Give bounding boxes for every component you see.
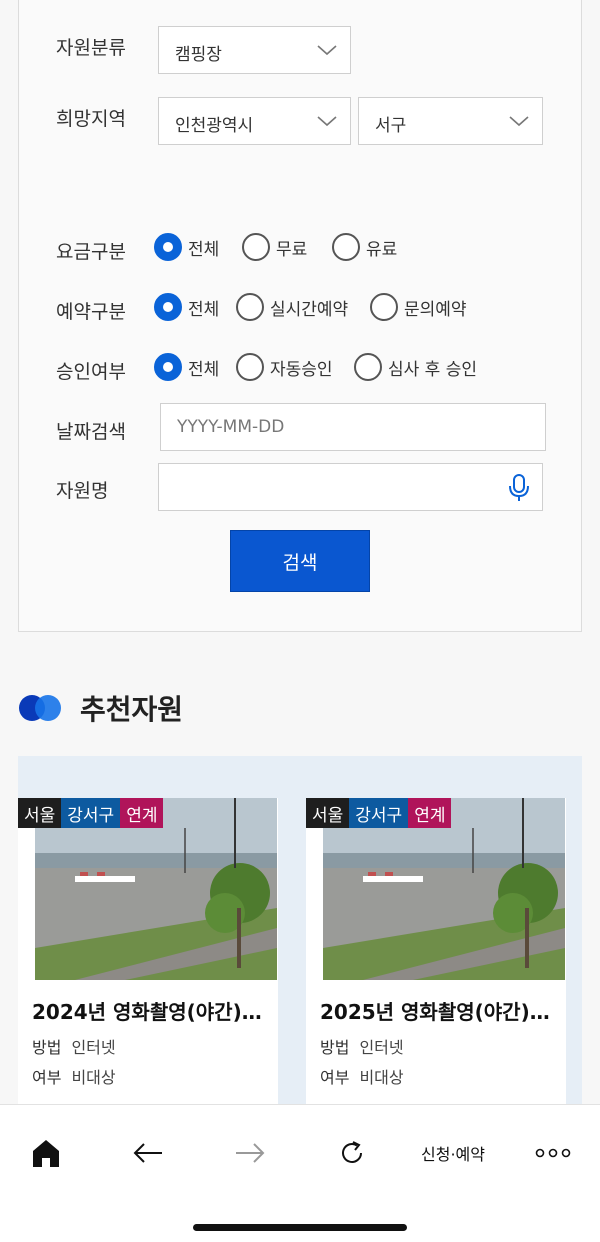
tag-linked: 연계 xyxy=(120,798,164,828)
region-label: 희망지역 xyxy=(56,108,126,130)
apply-reserve-label: 신청·예약 xyxy=(421,1145,485,1164)
radio-label: 실시간예약 xyxy=(270,299,349,320)
info-key: 방법 xyxy=(320,1038,350,1057)
fee-option-paid[interactable]: 유료 xyxy=(332,233,397,261)
date-input[interactable] xyxy=(161,404,545,450)
radio-circle xyxy=(236,293,264,321)
radio-circle xyxy=(154,233,182,261)
chevron-down-icon xyxy=(317,45,337,56)
resource-card[interactable]: 서울 강서구 연계 2025년 영화촬영(야간)-… 방법 인터넷 여부 비대상 xyxy=(306,798,566,1116)
card-title[interactable]: 2025년 영화촬영(야간)-… xyxy=(320,996,556,1025)
card-tags: 서울 강서구 연계 xyxy=(306,798,452,828)
radio-circle xyxy=(354,353,382,381)
reservation-option-inquiry[interactable]: 문의예약 xyxy=(370,293,467,321)
tag-district: 강서구 xyxy=(61,798,121,828)
name-label: 자원명 xyxy=(56,480,109,502)
radio-label: 유료 xyxy=(366,239,398,260)
approval-label: 승인여부 xyxy=(56,361,126,383)
tag-city: 서울 xyxy=(18,798,62,828)
radio-label: 심사 후 승인 xyxy=(388,359,478,380)
info-key: 여부 xyxy=(32,1068,62,1087)
approval-option-all[interactable]: 전체 xyxy=(154,353,219,381)
city-value: 인천광역시 xyxy=(175,116,254,136)
recommended-logo-icon xyxy=(19,695,61,721)
card-info-row: 여부 비대상 xyxy=(320,1064,404,1088)
back-button[interactable] xyxy=(128,1135,168,1171)
info-value: 인터넷 xyxy=(71,1038,116,1057)
card-info-row: 방법 인터넷 xyxy=(32,1034,116,1058)
city-select[interactable]: 인천광역시 xyxy=(158,97,351,145)
radio-circle xyxy=(154,353,182,381)
approval-option-review[interactable]: 심사 후 승인 xyxy=(354,353,477,381)
district-select[interactable]: 서구 xyxy=(358,97,543,145)
chevron-down-icon xyxy=(509,116,529,127)
info-value: 비대상 xyxy=(71,1068,116,1087)
radio-circle xyxy=(154,293,182,321)
resource-card[interactable]: 서울 강서구 연계 2024년 영화촬영(야간)-… 방법 인터넷 여부 비대상 xyxy=(18,798,278,1116)
reservation-option-realtime[interactable]: 실시간예약 xyxy=(236,293,348,321)
radio-label: 전체 xyxy=(188,239,220,260)
radio-label: 자동승인 xyxy=(270,359,333,380)
radio-circle xyxy=(332,233,360,261)
date-label: 날짜검색 xyxy=(56,421,126,443)
radio-label: 문의예약 xyxy=(404,299,467,320)
radio-label: 전체 xyxy=(188,359,220,380)
browser-toolbar: 신청·예약 xyxy=(0,1104,600,1242)
name-field[interactable] xyxy=(158,463,543,511)
reload-button[interactable] xyxy=(334,1135,370,1171)
forward-icon xyxy=(236,1143,265,1163)
back-icon xyxy=(133,1143,162,1163)
home-button[interactable] xyxy=(28,1135,64,1171)
page: 자원분류 캠핑장 희망지역 인천광역시 서구 요금구분 전체 무료 유료 예약구… xyxy=(0,0,600,1242)
reload-icon xyxy=(342,1141,362,1163)
resource-type-label: 자원분류 xyxy=(56,37,126,59)
card-tags: 서울 강서구 연계 xyxy=(18,798,164,828)
home-indicator[interactable] xyxy=(193,1224,407,1231)
info-value: 인터넷 xyxy=(359,1038,404,1057)
card-info-row: 방법 인터넷 xyxy=(320,1034,404,1058)
forward-button[interactable] xyxy=(230,1135,270,1171)
reservation-label: 예약구분 xyxy=(56,301,126,323)
district-value: 서구 xyxy=(375,116,407,136)
fee-option-all[interactable]: 전체 xyxy=(154,233,219,261)
info-key: 여부 xyxy=(320,1068,350,1087)
tag-district: 강서구 xyxy=(349,798,409,828)
radio-label: 무료 xyxy=(276,239,308,260)
tag-city: 서울 xyxy=(306,798,350,828)
tag-linked: 연계 xyxy=(408,798,452,828)
fee-option-free[interactable]: 무료 xyxy=(242,233,307,261)
recommended-carousel[interactable]: 서울 강서구 연계 2024년 영화촬영(야간)-… 방법 인터넷 여부 비대상… xyxy=(18,756,582,1116)
approval-option-auto[interactable]: 자동승인 xyxy=(236,353,333,381)
card-info-row: 여부 비대상 xyxy=(32,1064,116,1088)
fee-label: 요금구분 xyxy=(56,241,126,263)
radio-label: 전체 xyxy=(188,299,220,320)
reservation-option-all[interactable]: 전체 xyxy=(154,293,219,321)
info-value: 비대상 xyxy=(359,1068,404,1087)
info-key: 방법 xyxy=(32,1038,62,1057)
resource-type-value: 캠핑장 xyxy=(175,45,222,65)
radio-circle xyxy=(236,353,264,381)
radio-circle xyxy=(370,293,398,321)
resource-type-select[interactable]: 캠핑장 xyxy=(158,26,351,74)
name-input[interactable] xyxy=(159,464,542,510)
card-title[interactable]: 2024년 영화촬영(야간)-… xyxy=(32,996,268,1025)
chevron-down-icon xyxy=(317,116,337,127)
more-button[interactable] xyxy=(532,1135,574,1171)
recommended-title: 추천자원 xyxy=(80,693,184,726)
radio-circle xyxy=(242,233,270,261)
home-icon xyxy=(33,1140,59,1167)
apply-reserve-button[interactable]: 신청·예약 xyxy=(410,1135,496,1171)
search-button[interactable]: 검색 xyxy=(230,530,370,592)
microphone-icon[interactable] xyxy=(508,474,530,502)
more-icon xyxy=(535,1148,571,1158)
date-field[interactable] xyxy=(160,403,546,451)
